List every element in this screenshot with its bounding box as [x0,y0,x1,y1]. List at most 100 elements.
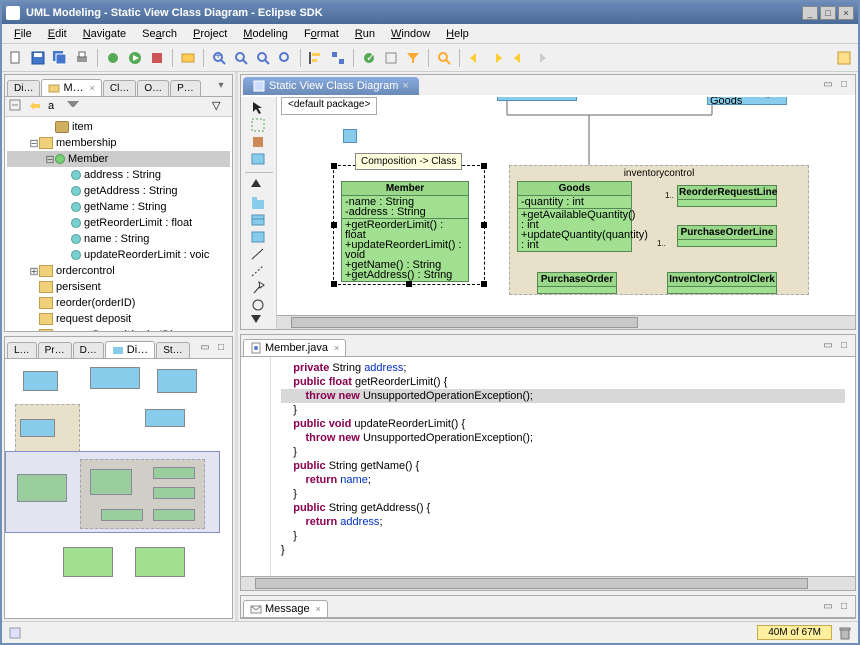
enum-tool[interactable] [251,230,267,244]
ed-min-icon[interactable]: ▭ [821,79,835,93]
uml-class-top2[interactable]: +getGoods() : Goods [707,97,787,105]
new-element-preview[interactable] [343,129,357,143]
drawer-down-icon[interactable] [251,315,267,329]
tab-cl[interactable]: Cl… [103,80,136,96]
interface-tool[interactable] [251,213,267,227]
tree-item[interactable]: updateReorderLimit : voic [7,247,230,263]
back-button[interactable] [509,48,529,68]
ed2-min-icon[interactable]: ▭ [821,340,835,354]
max-icon[interactable]: □ [214,342,228,356]
viewport-indicator[interactable] [5,451,220,533]
package-tool[interactable] [251,196,267,210]
uml-class-reorder[interactable]: ReorderRequestLine [677,185,777,207]
tree-item[interactable]: ⊞ordercontrol [7,263,230,279]
filter-tree-button[interactable] [66,99,82,115]
tree-item[interactable]: ⊟membership [7,135,230,151]
min-icon[interactable]: ▭ [198,342,212,356]
diagram-overview[interactable] [5,359,232,618]
menu-navigate[interactable]: Navigate [75,26,134,42]
tab-o[interactable]: O… [137,80,169,96]
expander-icon[interactable]: ⊟ [45,153,55,166]
zoom-out-button[interactable] [231,48,251,68]
auto-button[interactable] [381,48,401,68]
diagram-hscroll[interactable] [277,315,855,329]
zoom-100-button[interactable] [275,48,295,68]
tab-message[interactable]: Message × [243,600,328,617]
tab-pr[interactable]: Pr… [38,342,72,358]
new-button[interactable] [6,48,26,68]
ed-max-icon[interactable]: □ [837,79,851,93]
depend-tool[interactable] [251,264,267,278]
tree-item[interactable]: requestDeposit(orderID) [7,327,230,331]
tab-d[interactable]: D… [73,342,104,358]
save-all-button[interactable] [50,48,70,68]
collapse-all-button[interactable] [9,99,25,115]
close-icon[interactable]: × [90,83,95,93]
next-edit-button[interactable] [487,48,507,68]
menu-edit[interactable]: Edit [40,26,75,42]
msg-max-icon[interactable]: □ [837,601,851,615]
close-msg-icon[interactable]: × [316,604,321,614]
run-button[interactable] [125,48,145,68]
filter-button[interactable] [403,48,423,68]
ed2-max-icon[interactable]: □ [837,340,851,354]
tab-member-java[interactable]: Member.java × [243,339,346,356]
tab-st[interactable]: St… [156,342,189,358]
align-left-button[interactable] [306,48,326,68]
menu-project[interactable]: Project [185,26,235,42]
close-diagram-icon[interactable]: × [402,80,408,92]
tree-item[interactable]: getReorderLimit : float [7,215,230,231]
menu-format[interactable]: Format [296,26,347,42]
new-uml-button[interactable] [178,48,198,68]
validate-button[interactable]: ✓ [359,48,379,68]
tree-item[interactable]: persisent [7,279,230,295]
menu-window[interactable]: Window [383,26,438,42]
tree-item[interactable]: request deposit [7,311,230,327]
editor-hscroll[interactable] [241,576,855,590]
class-tool[interactable] [251,152,267,166]
diagram-canvas[interactable]: +getGoods() : Goods <default package> Co… [277,97,855,315]
close-editor-icon[interactable]: × [334,343,339,353]
view-min-button[interactable]: ▽ [212,99,228,115]
link-editor-button[interactable] [28,99,44,115]
tree-item[interactable]: item [7,119,230,135]
tab-di[interactable]: Di… [7,80,40,96]
print-button[interactable] [72,48,92,68]
marquee-tool[interactable] [251,118,267,132]
uml-class-clerk[interactable]: InventoryControlClerk [667,272,777,294]
gc-button[interactable] [838,626,852,640]
menu-search[interactable]: Search [134,26,185,42]
tree-item[interactable]: getAddress : String [7,183,230,199]
menu-file[interactable]: File [6,26,40,42]
msg-min-icon[interactable]: ▭ [821,601,835,615]
maximize-button[interactable]: □ [820,6,836,20]
save-button[interactable] [28,48,48,68]
uml-class-po[interactable]: PurchaseOrder [537,272,617,294]
tree-item[interactable]: ⊟Member [7,151,230,167]
perspective-button[interactable] [834,48,854,68]
minimize-button[interactable]: _ [802,6,818,20]
tab-l[interactable]: L… [7,342,37,358]
zoom-in-button[interactable]: + [209,48,229,68]
tab-diagram-outline[interactable]: Di… [105,341,155,358]
uml-class-member[interactable]: Member -name : String-address : String +… [341,181,469,282]
zoom-fit-button[interactable] [253,48,273,68]
drawer-up-icon[interactable] [251,179,267,193]
uml-class-goods[interactable]: Goods -quantity : int +getAvailableQuant… [517,181,632,252]
general-tool[interactable] [251,281,267,295]
sort-button[interactable]: a [47,99,63,115]
menu-run[interactable]: Run [347,26,383,42]
view-menu-icon[interactable]: ▾ [214,80,228,94]
model-tree[interactable]: item⊟membership⊟Memberaddress : Stringge… [5,117,232,331]
assoc-tool[interactable] [251,247,267,261]
arrange-button[interactable] [328,48,348,68]
menu-modeling[interactable]: Modeling [235,26,296,42]
forward-button[interactable] [531,48,551,68]
uml-class-top1[interactable] [497,97,577,101]
close-button[interactable]: × [838,6,854,20]
expander-icon[interactable]: ⊟ [29,137,39,150]
diagram-tab[interactable]: Static View Class Diagram × [243,77,419,95]
expander-icon[interactable]: ⊞ [29,265,39,278]
breadcrumb[interactable]: <default package> [281,97,377,115]
tab-model[interactable]: M…× [41,79,101,96]
